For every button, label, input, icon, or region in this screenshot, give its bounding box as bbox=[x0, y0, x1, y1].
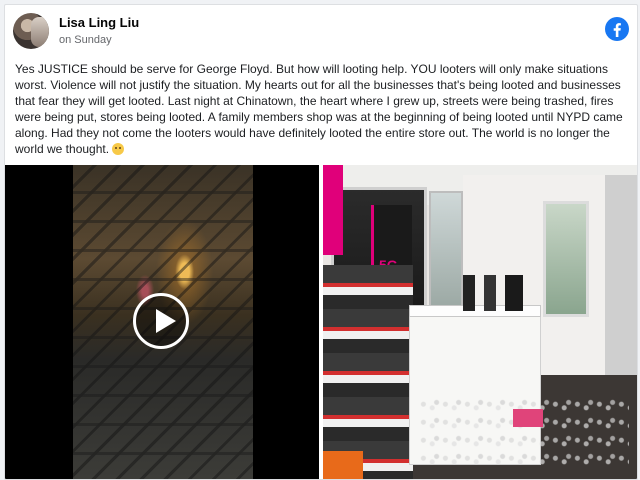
store-window-right bbox=[543, 201, 589, 317]
author-name[interactable]: Lisa Ling Liu bbox=[59, 15, 139, 30]
post-text: Yes JUSTICE should be serve for George F… bbox=[15, 61, 627, 157]
display-devices bbox=[463, 275, 523, 311]
post-body-text: Yes JUSTICE should be serve for George F… bbox=[15, 62, 623, 156]
play-icon[interactable] bbox=[133, 293, 189, 349]
display-shelves bbox=[323, 265, 413, 479]
magenta-wall bbox=[323, 165, 343, 255]
post-media: 5G bbox=[5, 165, 637, 479]
facebook-post: Lisa Ling Liu on Sunday Yes JUSTICE shou… bbox=[4, 4, 638, 480]
store-photo[interactable]: 5G bbox=[323, 165, 637, 479]
facebook-icon[interactable] bbox=[605, 17, 629, 41]
post-timestamp[interactable]: on Sunday bbox=[59, 34, 112, 46]
orange-box bbox=[323, 451, 363, 479]
store-door bbox=[605, 175, 637, 395]
video-thumbnail[interactable] bbox=[5, 165, 319, 479]
author-avatar[interactable] bbox=[13, 13, 49, 49]
sad-face-emoji-icon bbox=[112, 143, 125, 155]
broken-glass-debris bbox=[419, 397, 629, 467]
post-header: Lisa Ling Liu on Sunday bbox=[13, 13, 629, 53]
fallen-sign bbox=[513, 409, 543, 427]
